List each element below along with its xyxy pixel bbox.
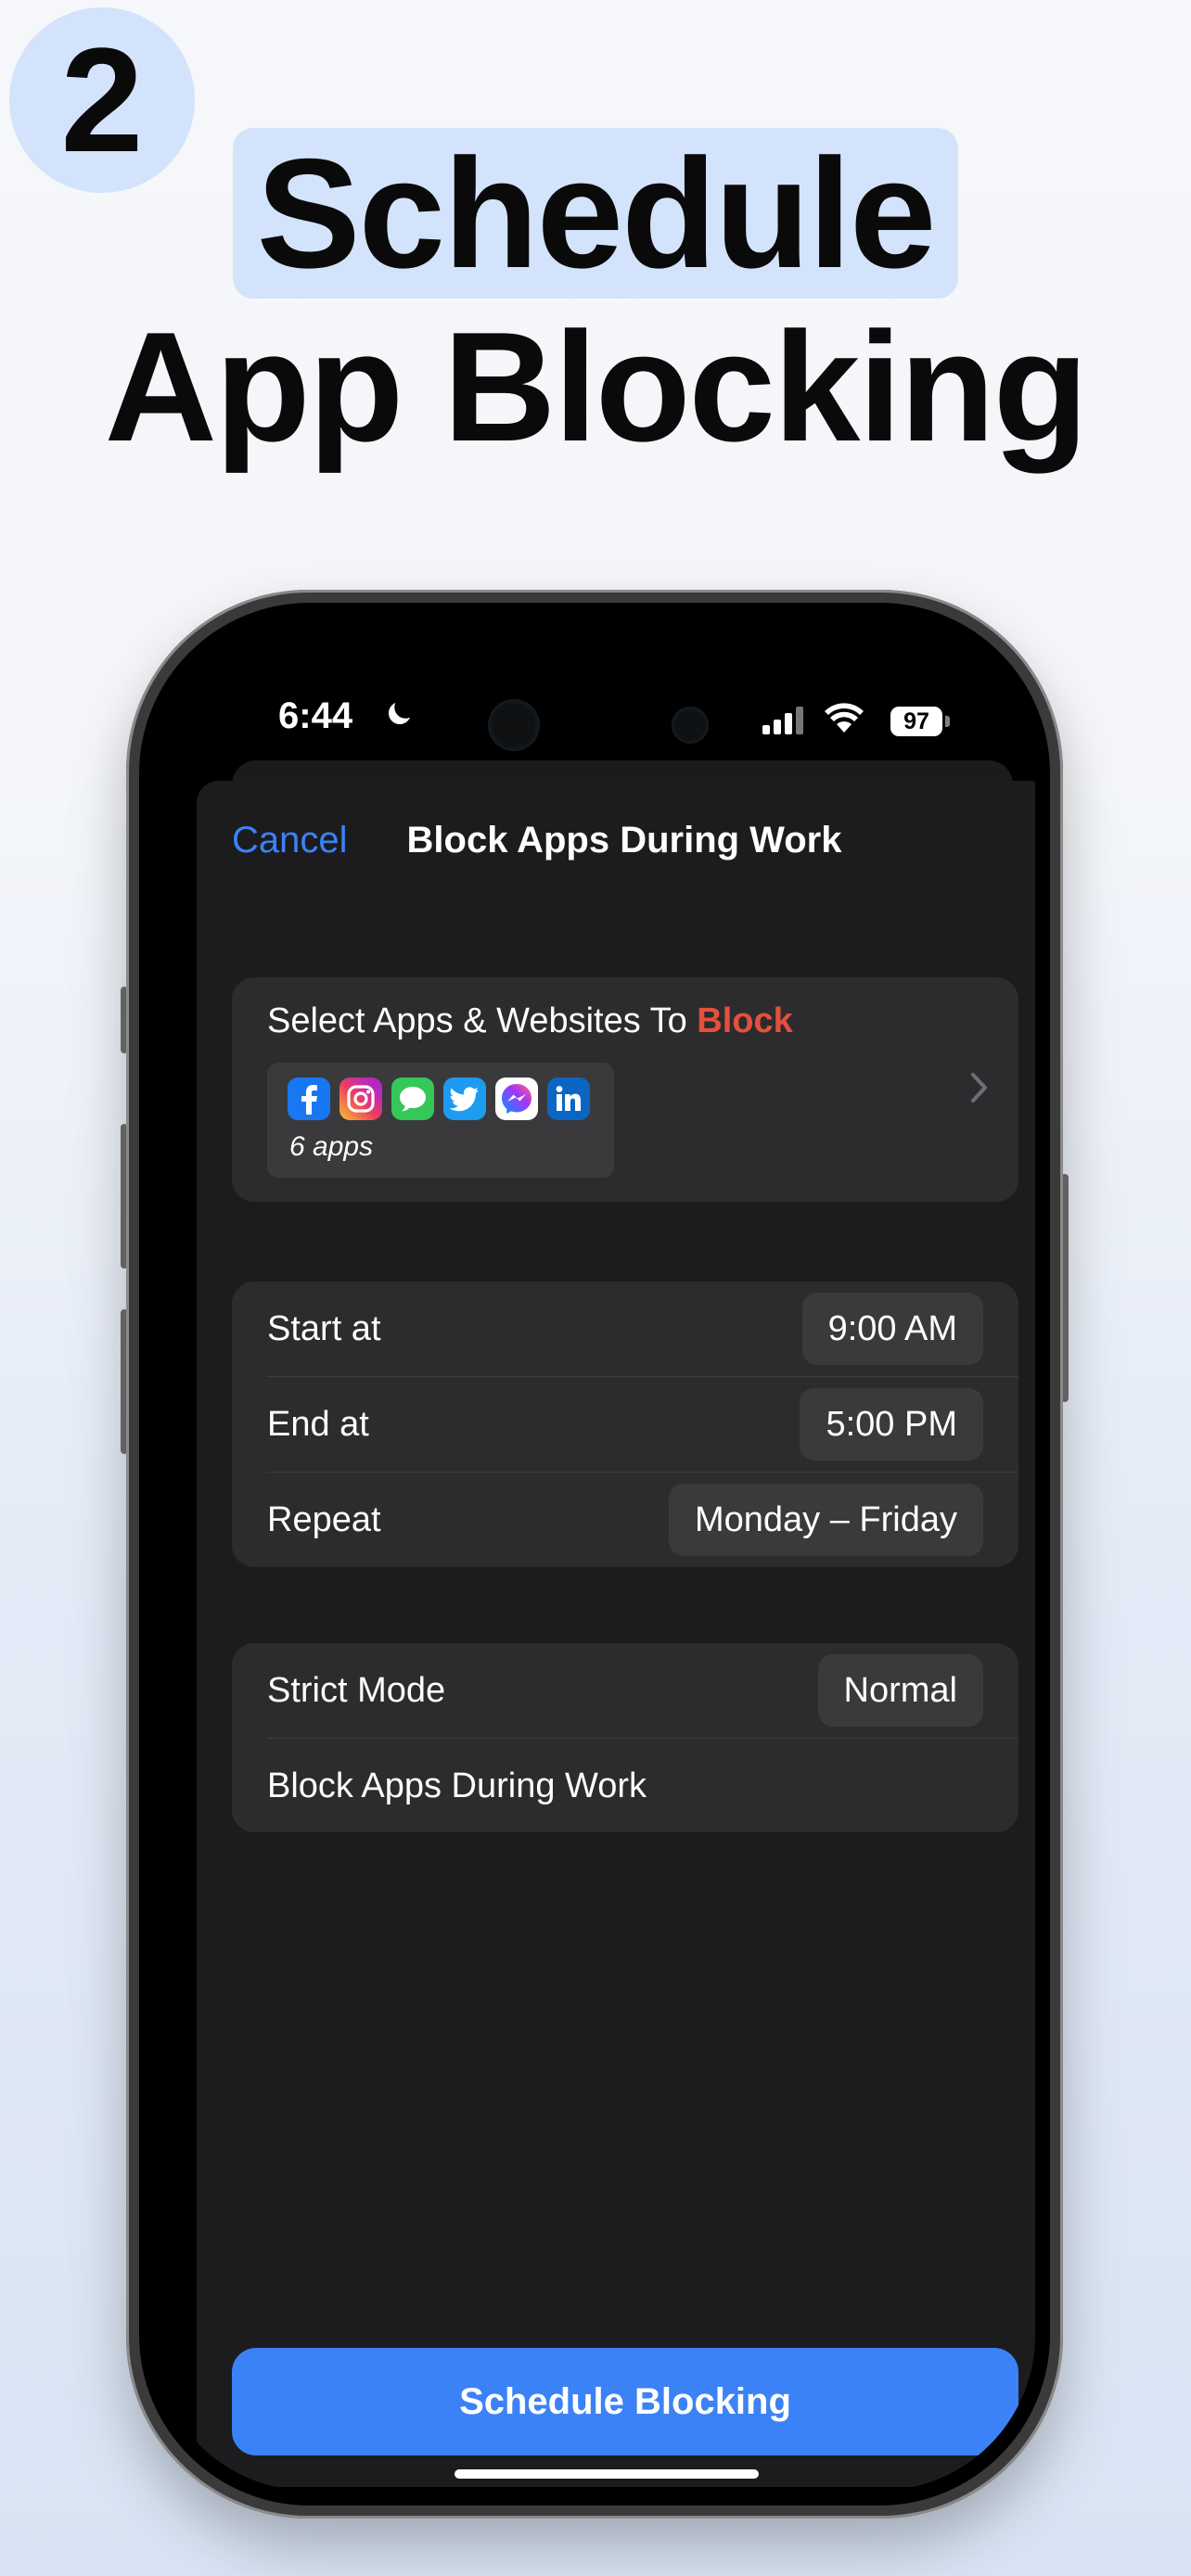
- selected-apps-box: 6 apps: [267, 1063, 614, 1178]
- chevron-right-icon: [971, 1073, 987, 1103]
- repeat-days-picker[interactable]: Monday – Friday: [668, 1484, 983, 1556]
- schedule-name-row[interactable]: Block Apps During Work: [232, 1739, 1018, 1833]
- camera-lens-icon: [488, 699, 540, 751]
- apps-count: 6 apps: [289, 1131, 374, 1162]
- options-group: Strict Mode Normal Block Apps During Wor…: [232, 1643, 1018, 1832]
- headline-line-1: Schedule: [0, 128, 1191, 299]
- repeat-label: Repeat: [267, 1500, 381, 1539]
- strict-mode-picker[interactable]: Normal: [817, 1654, 983, 1727]
- status-time: 6:44: [278, 695, 353, 736]
- schedule-name-field[interactable]: Block Apps During Work: [267, 1739, 647, 1833]
- start-time-picker[interactable]: 9:00 AM: [801, 1293, 983, 1365]
- repeat-row[interactable]: Repeat Monday – Friday: [232, 1473, 1018, 1567]
- wifi-icon: [825, 703, 864, 733]
- battery-cap: [945, 716, 950, 727]
- facebook-icon: [288, 1078, 330, 1120]
- phone-frame: 6:44 97 Cancel Block Apps During Work Se…: [126, 590, 1063, 2519]
- twitter-icon: [443, 1078, 486, 1120]
- block-emphasis: Block: [697, 1001, 793, 1040]
- end-at-label: End at: [267, 1405, 369, 1444]
- phone-screen: 6:44 97 Cancel Block Apps During Work Se…: [154, 618, 1035, 2491]
- start-at-label: Start at: [267, 1309, 381, 1348]
- linkedin-icon: [547, 1078, 590, 1120]
- messages-icon: [391, 1078, 434, 1120]
- headline-line-2: App Blocking: [104, 300, 1089, 474]
- home-indicator[interactable]: [455, 2469, 759, 2479]
- instagram-icon: [339, 1078, 382, 1120]
- schedule-blocking-button[interactable]: Schedule Blocking: [232, 2348, 1018, 2455]
- battery-indicator: 97: [890, 707, 942, 736]
- sheet-title: Block Apps During Work: [406, 820, 842, 861]
- messenger-icon: [495, 1078, 538, 1120]
- start-time-row[interactable]: Start at 9:00 AM: [232, 1282, 1018, 1376]
- sensor-dot-icon: [672, 707, 709, 744]
- end-time-row[interactable]: End at 5:00 PM: [232, 1377, 1018, 1472]
- select-apps-title: Select Apps & Websites To Block: [267, 1001, 793, 1040]
- cellular-signal-icon: [762, 707, 803, 734]
- select-apps-row[interactable]: Select Apps & Websites To Block 6 apps: [232, 977, 1018, 1202]
- moon-icon: [388, 703, 410, 725]
- schedule-group: Start at 9:00 AM End at 5:00 PM Repeat M…: [232, 1282, 1018, 1567]
- strict-mode-row[interactable]: Strict Mode Normal: [232, 1643, 1018, 1738]
- strict-mode-label: Strict Mode: [267, 1671, 446, 1710]
- block-schedule-sheet: Cancel Block Apps During Work Select App…: [197, 781, 1035, 2487]
- end-time-picker[interactable]: 5:00 PM: [800, 1388, 983, 1460]
